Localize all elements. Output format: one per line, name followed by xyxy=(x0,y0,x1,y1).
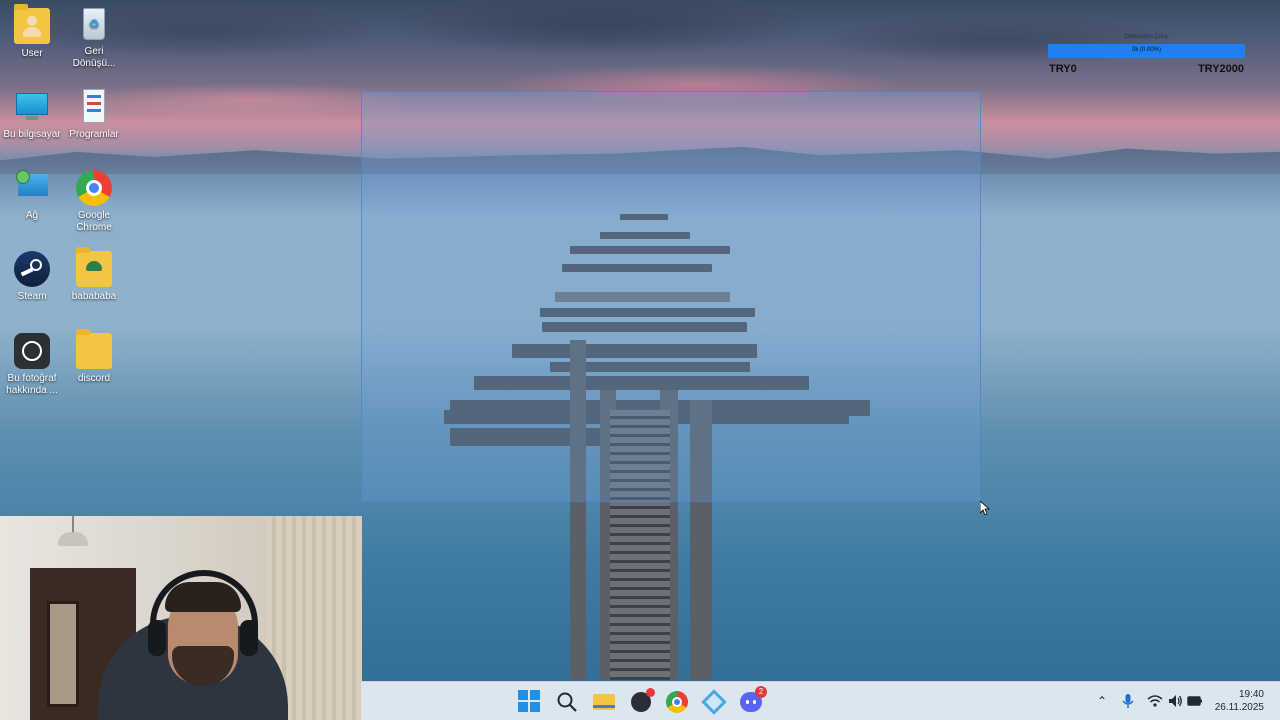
desktop-icon-discord[interactable]: discord xyxy=(62,329,126,385)
desktop-icon-chrome[interactable]: Google Chrome xyxy=(62,170,126,234)
steam-icon xyxy=(14,251,50,287)
microphone-button[interactable] xyxy=(1120,693,1136,709)
show-hidden-icons-button[interactable]: ⌃ xyxy=(1094,693,1110,709)
search-icon xyxy=(557,692,577,712)
desktop-icon-label: babababa xyxy=(71,291,117,302)
folder-icon xyxy=(76,247,112,287)
desktop-icon-programs[interactable]: Programlar xyxy=(62,89,126,141)
goal-max-label: TRY2000 xyxy=(1197,63,1244,75)
desktop-icon-label: Ağ xyxy=(25,210,39,221)
clock-date: 26.11.2025 xyxy=(1214,702,1264,713)
desktop-icon-label: Steam xyxy=(17,291,47,302)
system-clock[interactable]: 19:40 26.11.2025 xyxy=(1215,688,1264,714)
widget-title: Dilenciden Çıkış xyxy=(1124,34,1169,40)
desktop-icon-label: User xyxy=(21,48,43,59)
search-button[interactable] xyxy=(555,690,579,714)
photo-info-icon xyxy=(14,333,50,369)
taskbar-chrome-button[interactable] xyxy=(665,690,689,714)
taskbar-app2-button[interactable] xyxy=(701,689,727,715)
desktop-icon-photo-info[interactable]: Bu fotoğraf hakkında ... xyxy=(0,333,64,397)
network-icon xyxy=(14,170,50,206)
wifi-button[interactable] xyxy=(1147,693,1163,709)
drag-selection-rectangle xyxy=(361,91,981,502)
app2-icon xyxy=(701,689,727,715)
user-folder-icon xyxy=(14,4,50,44)
start-button[interactable] xyxy=(518,690,542,714)
taskbar-discord-button[interactable]: 2 xyxy=(739,686,767,714)
desktop-icon-label: Geri Dönüşü... xyxy=(72,46,116,69)
donation-goal-widget: Dilenciden Çıkış 0k (0.00%) TRY0 TRY2000 xyxy=(1048,32,1245,76)
webcam-overlay xyxy=(0,516,362,720)
volume-icon xyxy=(1169,695,1182,707)
chevron-up-icon: ⌃ xyxy=(1096,694,1108,708)
desktop-icon-recycle-bin[interactable]: ♻ Geri Dönüşü... xyxy=(62,6,126,70)
desktop-icon-label: Bu fotoğraf hakkında ... xyxy=(6,373,58,396)
programs-icon xyxy=(76,89,112,125)
desktop-icon-label: discord xyxy=(77,373,111,384)
mouse-cursor-icon xyxy=(980,501,990,515)
desktop-icon-user[interactable]: User xyxy=(0,4,64,60)
notification-badge: 2 xyxy=(755,686,767,698)
desktop-icon-label: Google Chrome xyxy=(76,210,112,233)
chrome-icon xyxy=(666,691,688,713)
windows-start-icon xyxy=(518,690,540,712)
desktop-icon-label: Programlar xyxy=(69,129,119,140)
computer-icon xyxy=(14,89,50,125)
volume-button[interactable] xyxy=(1167,693,1183,709)
desktop[interactable]: User ♻ Geri Dönüşü... Bu bilgisayar Prog… xyxy=(0,0,1280,720)
goal-progress-bar: 0k (0.00%) xyxy=(1048,44,1245,58)
desktop-icon-this-pc[interactable]: Bu bilgisayar xyxy=(0,89,64,141)
desktop-icon-steam[interactable]: Steam xyxy=(0,251,64,303)
battery-icon xyxy=(1187,696,1202,706)
desktop-icon-label: Bu bilgisayar xyxy=(3,129,61,140)
wifi-icon xyxy=(1147,695,1163,707)
clock-time: 19:40 xyxy=(1238,689,1264,700)
goal-min-label: TRY0 xyxy=(1049,63,1077,75)
taskbar: 2 ⌃ 19:40 26.11.2025 xyxy=(361,681,1280,720)
chrome-icon xyxy=(76,170,112,206)
notification-dot xyxy=(646,688,655,697)
goal-progress-text: 0k (0.00%) xyxy=(1131,47,1161,53)
file-explorer-button[interactable] xyxy=(592,690,616,714)
desktop-icon-network[interactable]: Ağ xyxy=(0,170,64,222)
file-explorer-icon xyxy=(593,694,615,710)
folder-icon xyxy=(76,329,112,369)
recycle-bin-icon: ♻ xyxy=(76,6,112,42)
taskbar-app-button[interactable] xyxy=(629,688,655,714)
desktop-icon-babababa[interactable]: babababa xyxy=(62,247,126,303)
microphone-icon xyxy=(1122,694,1134,708)
battery-button[interactable] xyxy=(1187,693,1203,709)
